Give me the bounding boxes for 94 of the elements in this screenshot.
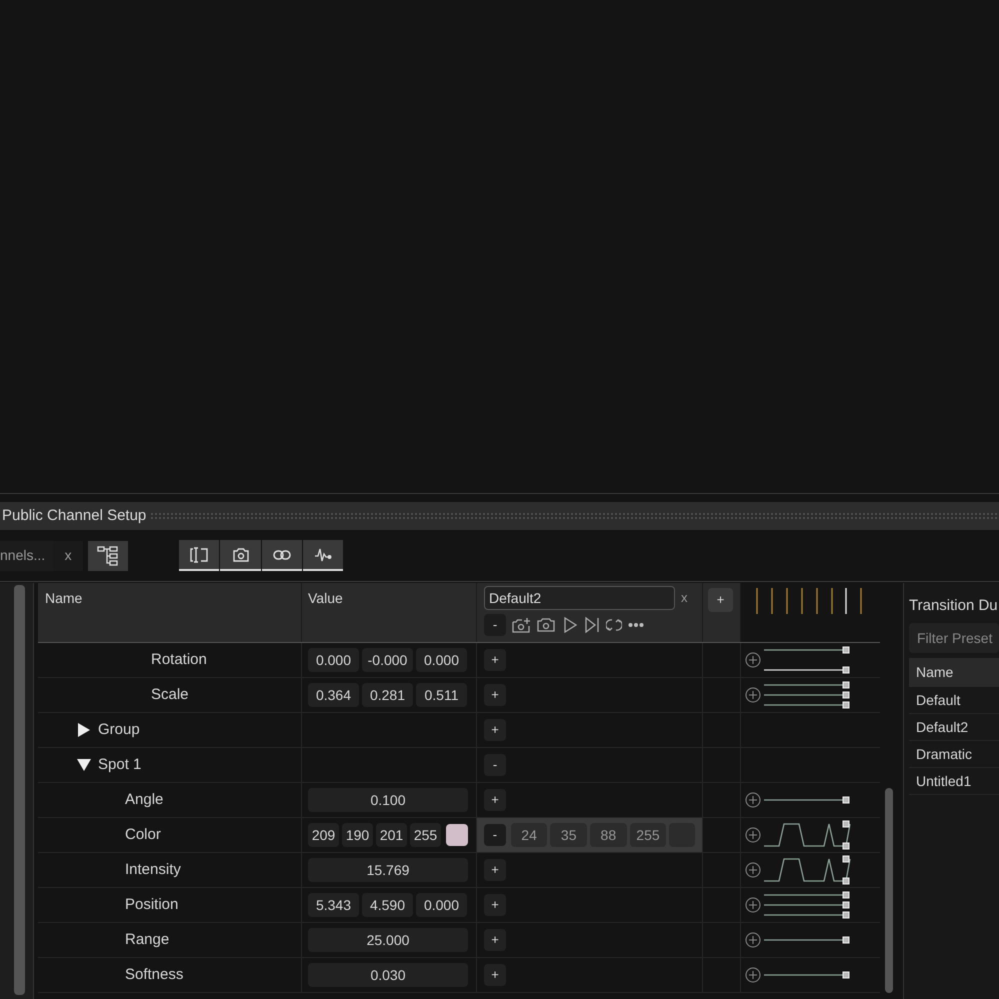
play-icon[interactable] — [562, 617, 578, 633]
preset-value-field[interactable]: 24 — [510, 823, 548, 847]
preset-cell[interactable]: - — [477, 748, 703, 782]
sync-icon[interactable] — [606, 617, 622, 633]
hierarchy-button[interactable] — [88, 540, 128, 570]
add-circle-icon[interactable] — [745, 827, 761, 843]
preset-value-field[interactable]: 88 — [590, 823, 627, 847]
property-name: Scale — [151, 684, 189, 705]
add-circle-icon[interactable] — [745, 862, 761, 878]
property-name: Rotation — [151, 650, 207, 670]
preset-toggle-button[interactable]: + — [484, 719, 506, 741]
value-field[interactable]: 190 — [342, 823, 373, 847]
value-field[interactable]: 0.000 — [308, 648, 359, 672]
add-circle-icon[interactable] — [745, 967, 761, 983]
link-button[interactable] — [262, 540, 302, 571]
clear-button[interactable]: x — [681, 588, 688, 608]
filter-field[interactable]: Filter Preset — [909, 623, 999, 653]
skip-next-icon[interactable] — [584, 617, 600, 633]
scrollbar-thumb[interactable] — [885, 788, 893, 993]
preset-item[interactable]: Default2 — [909, 714, 999, 741]
value-field[interactable]: 255 — [410, 823, 441, 847]
preset-toggle-button[interactable]: - — [484, 824, 506, 846]
hierarchy-icon — [97, 546, 120, 566]
add-circle-icon[interactable] — [745, 687, 761, 703]
preset-toggle-button[interactable]: - — [484, 754, 506, 776]
panel-title: Public Channel Setup — [1, 506, 148, 526]
value-field[interactable]: 0.511 — [416, 683, 467, 707]
column-header[interactable]: Name — [909, 658, 999, 687]
snapshot-button[interactable] — [220, 540, 262, 571]
camera-icon — [232, 546, 250, 562]
preset-toggle-button[interactable]: + — [484, 929, 506, 951]
preset-cell[interactable]: - 24 35 88 255 — [477, 818, 703, 852]
value-field[interactable]: 201 — [376, 823, 407, 847]
preset-cell[interactable]: + — [477, 713, 703, 747]
preset-toggle-button[interactable]: + — [484, 789, 506, 811]
camera-plus-icon[interactable] — [512, 616, 531, 634]
preset-cell[interactable]: + — [477, 643, 703, 677]
preset-cell[interactable]: + — [477, 783, 703, 817]
property-name: Group — [98, 720, 140, 740]
value-field[interactable]: 0.281 — [362, 683, 413, 707]
preset-cell[interactable]: + — [477, 958, 703, 992]
property-name: Range — [125, 930, 170, 950]
bracket-cursor-icon — [190, 546, 208, 562]
preset-toggle-button[interactable]: + — [484, 859, 506, 881]
preset-value-field[interactable]: 35 — [550, 823, 588, 847]
value-field[interactable]: 4.590 — [362, 893, 413, 917]
property-name: Color — [125, 824, 161, 845]
preset-item[interactable]: Dramatic — [909, 741, 999, 768]
add-preset-button[interactable]: + — [708, 588, 733, 612]
value-field[interactable]: 0.364 — [308, 683, 359, 707]
value-field[interactable]: 0.030 — [308, 963, 468, 987]
preset-cell[interactable]: + — [477, 923, 703, 957]
value-field[interactable]: 0.100 — [308, 788, 468, 812]
link-icon — [273, 548, 292, 560]
value-field[interactable]: 5.343 — [308, 893, 359, 917]
preset-toggle-button[interactable]: + — [484, 894, 506, 916]
camera-icon[interactable] — [537, 617, 556, 633]
scrollbar-thumb[interactable] — [14, 585, 25, 995]
add-circle-icon[interactable] — [745, 652, 761, 668]
waveform-button[interactable] — [303, 540, 344, 571]
preset-toggle-button[interactable]: + — [484, 649, 506, 671]
column-header[interactable]: Name — [38, 583, 302, 642]
tab-close-button[interactable]: x — [53, 540, 84, 570]
more-icon[interactable] — [628, 622, 644, 628]
value-field[interactable]: 0.000 — [416, 893, 467, 917]
panel-title: Transition Du — [909, 596, 999, 616]
preset-toggle-button[interactable]: + — [484, 684, 506, 706]
preset-toggle-button[interactable]: + — [484, 964, 506, 986]
property-name: Softness — [125, 964, 184, 985]
value-field[interactable]: 25.000 — [308, 928, 468, 952]
property-name: Intensity — [125, 860, 181, 880]
add-circle-icon[interactable] — [745, 792, 761, 808]
color-swatch[interactable] — [446, 824, 468, 846]
column-header[interactable]: Value — [302, 583, 477, 642]
value-field[interactable]: 209 — [308, 823, 339, 847]
split-button[interactable] — [179, 540, 220, 571]
preset-item[interactable]: Untitled1 — [909, 768, 999, 795]
preset-item[interactable]: Default — [909, 687, 999, 714]
property-name: Position — [125, 894, 178, 915]
preset-cell[interactable]: + — [477, 678, 703, 712]
pulse-icon — [314, 546, 332, 562]
preset-cell[interactable]: + — [477, 888, 703, 922]
value-field[interactable]: 15.769 — [308, 858, 468, 882]
value-field[interactable]: -0.000 — [362, 648, 413, 672]
preset-value-field[interactable]: 255 — [630, 823, 666, 847]
value-field[interactable]: 0.000 — [416, 648, 467, 672]
property-name: Spot 1 — [98, 754, 142, 775]
preset-name-field[interactable]: Default2 — [484, 586, 675, 610]
add-circle-icon[interactable] — [745, 897, 761, 913]
preset-cell[interactable]: + — [477, 853, 703, 887]
add-circle-icon[interactable] — [745, 932, 761, 948]
tab[interactable]: nnels... — [0, 540, 54, 570]
remove-button[interactable]: - — [484, 614, 506, 636]
property-name: Angle — [125, 790, 164, 810]
